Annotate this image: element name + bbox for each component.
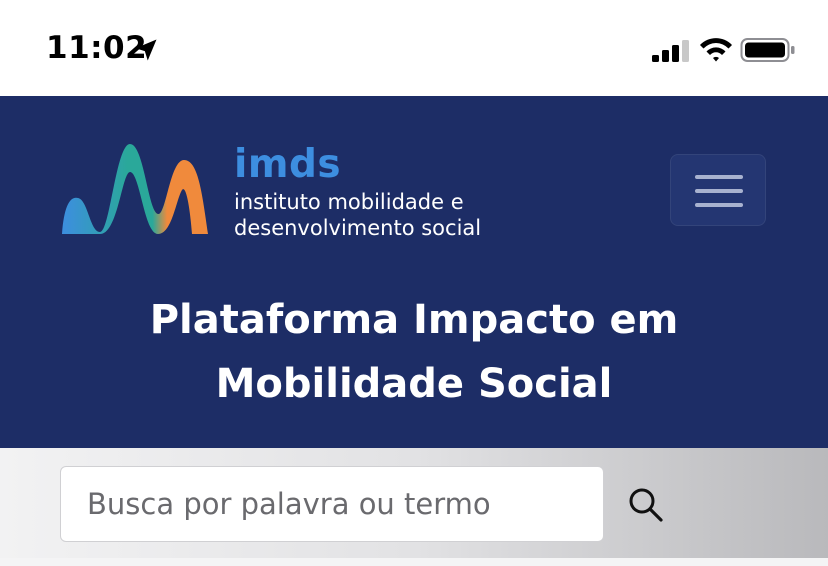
logo-subtitle-line2: desenvolvimento social: [234, 216, 482, 240]
battery-icon: [740, 38, 795, 62]
page-title-line1: Plataforma Impacto em: [149, 297, 679, 343]
page-content-edge: [0, 558, 828, 566]
location-arrow-icon: [135, 39, 157, 61]
search-button[interactable]: [618, 484, 674, 528]
search-bar: [0, 448, 828, 566]
logo-name: imds: [234, 142, 342, 187]
page-title-line2: Mobilidade Social: [215, 361, 613, 407]
site-header: imds instituto mobilidade e desenvolvime…: [0, 96, 828, 448]
status-bar: 11:02: [0, 0, 828, 96]
search-icon: [629, 488, 663, 522]
page-title: Plataforma Impacto em Mobilidade Social: [0, 288, 828, 416]
imds-logo-icon[interactable]: [60, 142, 220, 242]
logo-subtitle-line1: instituto mobilidade e: [234, 190, 464, 214]
wifi-icon: [700, 38, 732, 62]
menu-toggle-button[interactable]: [670, 154, 766, 226]
search-input[interactable]: [60, 466, 604, 542]
signal-icon: [652, 40, 689, 62]
